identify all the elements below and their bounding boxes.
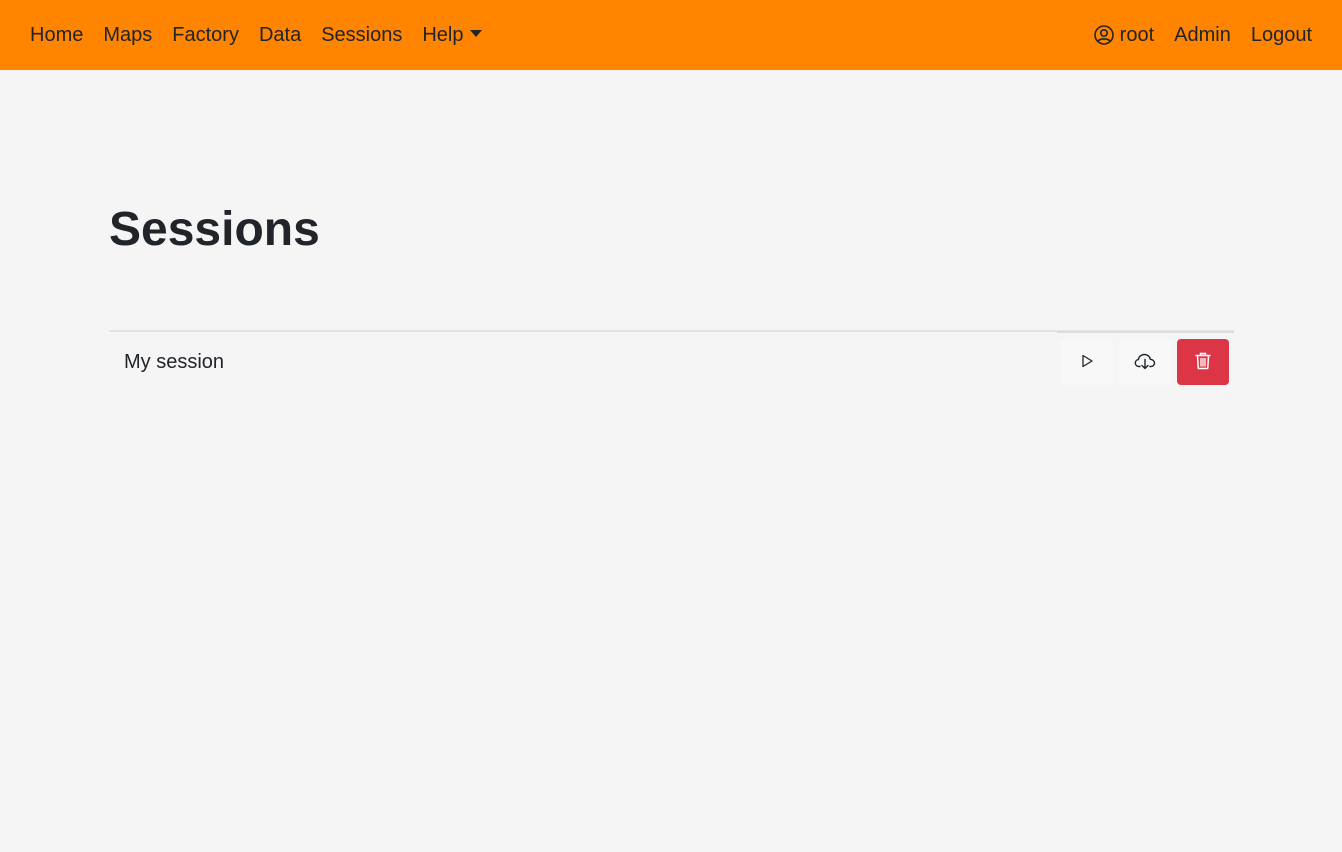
session-actions bbox=[1057, 331, 1234, 391]
nav-user[interactable]: root bbox=[1084, 25, 1164, 45]
user-circle-icon bbox=[1093, 25, 1114, 45]
nav-maps[interactable]: Maps bbox=[93, 25, 162, 45]
nav-logout[interactable]: Logout bbox=[1241, 25, 1322, 45]
nav-help-label: Help bbox=[422, 24, 464, 46]
play-icon bbox=[1080, 354, 1094, 371]
list-item: My session bbox=[109, 331, 1234, 392]
nav-right: root Admin Logout bbox=[1084, 25, 1322, 45]
nav-help-dropdown[interactable]: Help bbox=[412, 25, 491, 45]
nav-left: Home Maps Factory Data Sessions Help bbox=[20, 25, 492, 45]
top-navbar: Home Maps Factory Data Sessions Help roo… bbox=[0, 0, 1342, 70]
play-button[interactable] bbox=[1061, 339, 1113, 385]
nav-data[interactable]: Data bbox=[249, 25, 311, 45]
page-title: Sessions bbox=[109, 203, 320, 256]
nav-user-label: root bbox=[1119, 24, 1155, 46]
trash-icon bbox=[1195, 352, 1211, 373]
session-name: My session bbox=[124, 350, 225, 373]
session-list: My session bbox=[109, 330, 1234, 392]
nav-sessions[interactable]: Sessions bbox=[311, 25, 412, 45]
cloud-download-icon bbox=[1134, 352, 1156, 373]
nav-factory[interactable]: Factory bbox=[162, 25, 249, 45]
nav-admin[interactable]: Admin bbox=[1164, 25, 1241, 45]
download-button[interactable] bbox=[1119, 339, 1171, 385]
nav-home[interactable]: Home bbox=[20, 25, 93, 45]
delete-button[interactable] bbox=[1177, 339, 1229, 385]
caret-down-icon bbox=[469, 29, 482, 37]
